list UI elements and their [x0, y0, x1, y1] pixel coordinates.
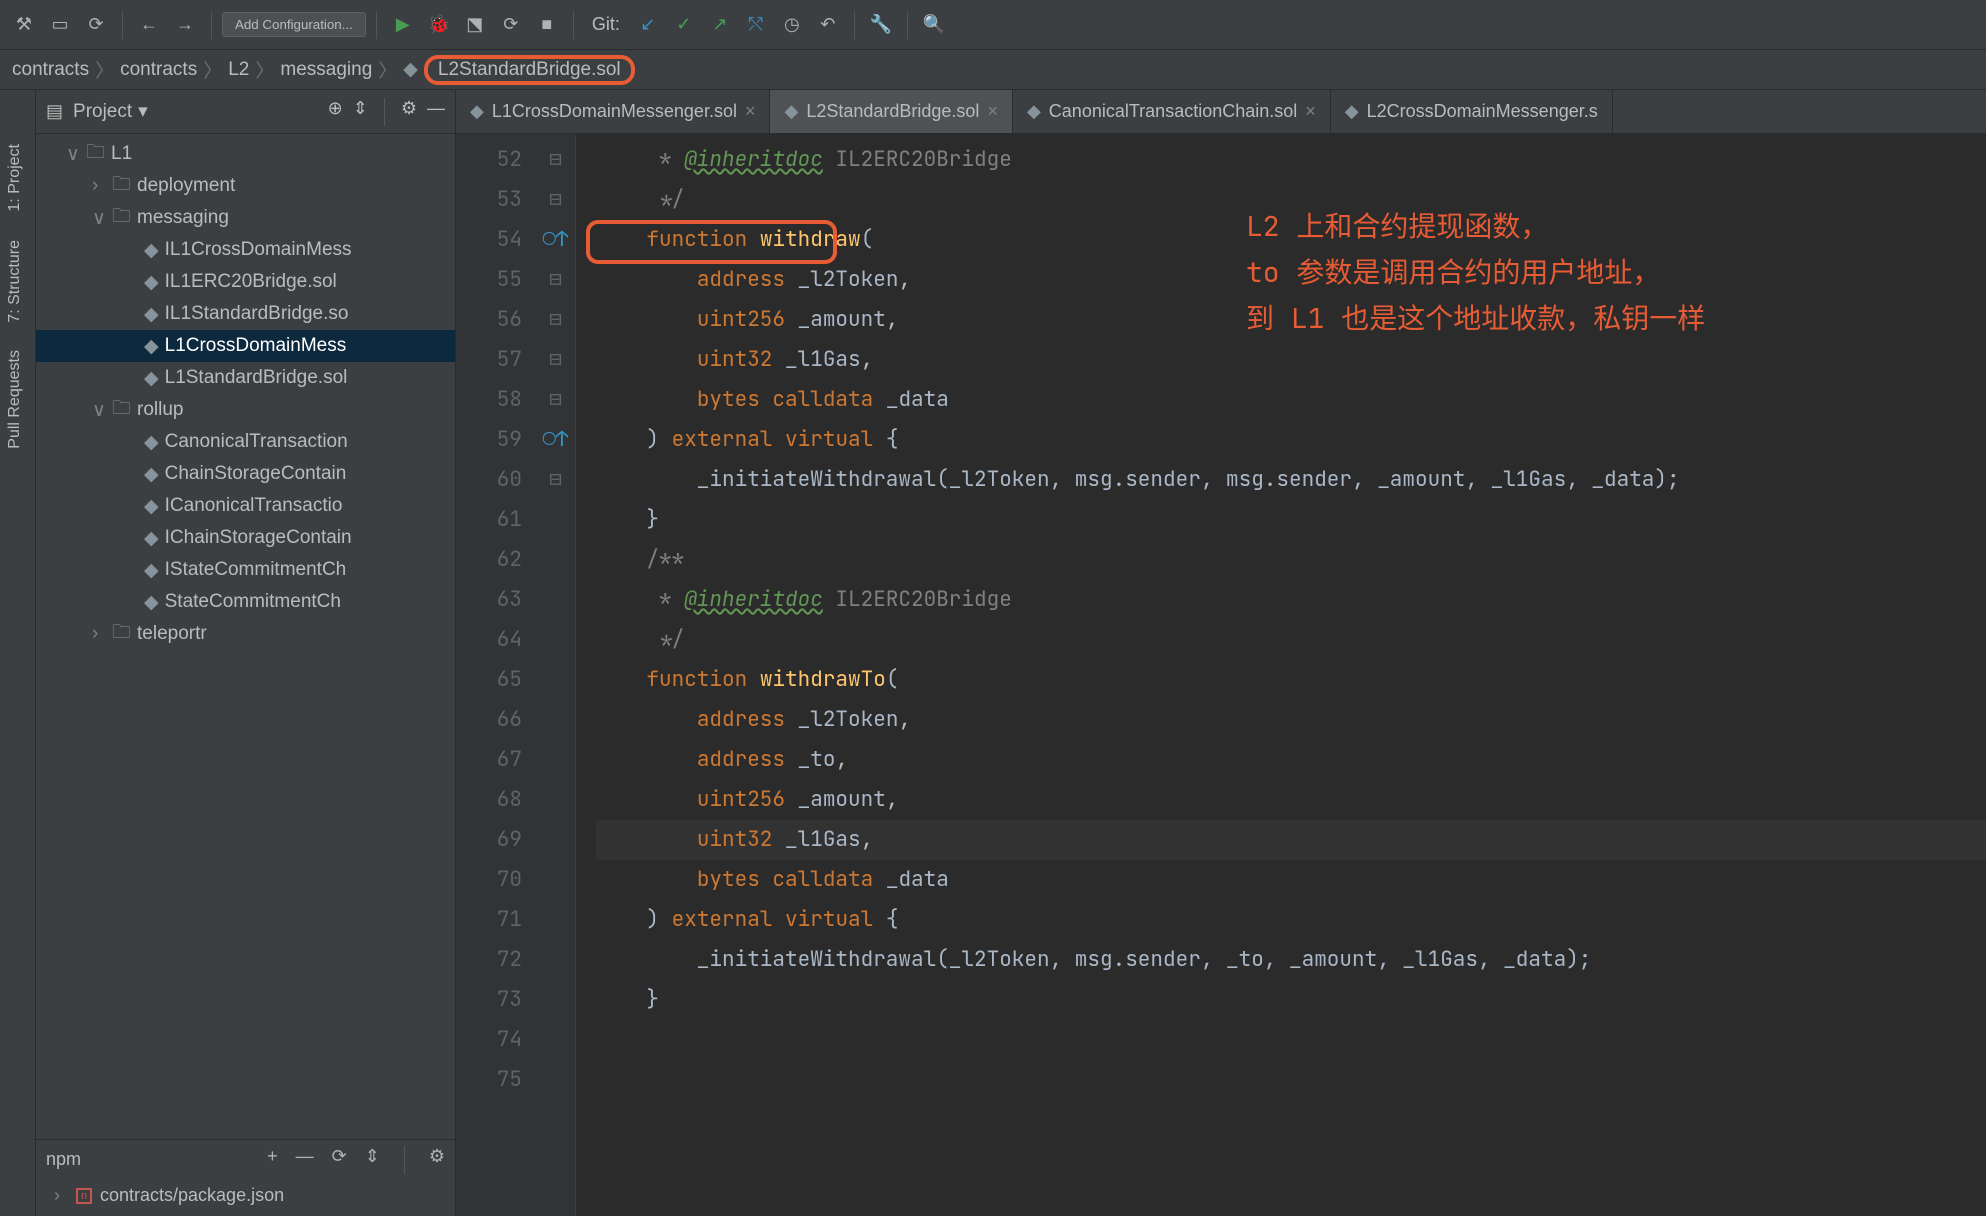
breadcrumb-item[interactable]: messaging [280, 59, 372, 81]
history-icon[interactable]: ◷ [776, 9, 808, 41]
gear-icon[interactable]: ⚙ [429, 1146, 445, 1174]
chevron-right-icon: 〉 [203, 56, 222, 83]
undo-icon[interactable]: ↶ [812, 9, 844, 41]
annotation-overlay: L2 上和合约提现函数， to 参数是调用合约的用户地址， 到 L1 也是这个地… [1246, 204, 1705, 342]
run-icon[interactable]: ▶ [387, 9, 419, 41]
chevron-right-icon: 〉 [378, 56, 397, 83]
sidebar-header: ▤ Project ▾ ⊕ ⇕ ⚙ — [36, 90, 455, 134]
stop-icon[interactable]: ■ [531, 9, 563, 41]
project-tool-tab[interactable]: 1: Project [0, 130, 35, 226]
collapse-icon[interactable]: ⇕ [365, 1146, 380, 1174]
editor-area: ◆L1CrossDomainMessenger.sol× ◆L2Standard… [456, 90, 1986, 1216]
code-editor[interactable]: 5253545556575859606162636465666768697071… [456, 134, 1986, 1216]
close-tab-icon[interactable]: × [745, 101, 756, 122]
tree-folder-l1[interactable]: ∨🗀L1 [36, 138, 455, 170]
hammer-build-icon[interactable]: ⚒ [8, 9, 40, 41]
breadcrumb-item[interactable]: contracts [12, 59, 89, 81]
npm-package-row[interactable]: › n contracts/package.json [36, 1179, 455, 1216]
tree-file[interactable]: ◆L1StandardBridge.sol [36, 362, 455, 394]
npm-package-icon: n [76, 1188, 92, 1204]
fold-column: ⊟⊟◯↑ ⊟ ⊟⊟⊟◯↑ ⊟ [536, 134, 576, 1216]
npm-tool-header: npm + — ⟳ ⇕ ⚙ [36, 1139, 455, 1179]
ethereum-file-icon: ◆ [403, 58, 418, 81]
tree-folder-messaging[interactable]: ∨🗀messaging [36, 202, 455, 234]
tree-file[interactable]: ◆IL1StandardBridge.so [36, 298, 455, 330]
debug-icon[interactable]: 🐞 [423, 9, 455, 41]
annotation-highlight-box: function withdraw( [586, 220, 837, 264]
npm-label: npm [46, 1149, 81, 1170]
left-tool-tabs: 1: Project 7: Structure Pull Requests [0, 90, 36, 1216]
coverage-icon[interactable]: ⬔ [459, 9, 491, 41]
git-push-icon[interactable]: ↗ [704, 9, 736, 41]
editor-tab[interactable]: ◆L2CrossDomainMessenger.s [1331, 90, 1613, 133]
main-toolbar: ⚒ ▭ ⟳ ← → Add Configuration... ▶ 🐞 ⬔ ⟳ ■… [0, 0, 1986, 50]
tree-folder-deployment[interactable]: ›🗀deployment [36, 170, 455, 202]
project-view-icon: ▤ [46, 101, 63, 122]
editor-tab[interactable]: ◆L1CrossDomainMessenger.sol× [456, 90, 770, 133]
breadcrumb-item[interactable]: contracts [120, 59, 197, 81]
breadcrumb: contracts 〉 contracts 〉 L2 〉 messaging 〉… [0, 50, 1986, 90]
project-dropdown[interactable]: Project ▾ [73, 100, 148, 123]
git-label: Git: [592, 14, 620, 35]
settings-wrench-icon[interactable]: 🔧 [865, 9, 897, 41]
tree-file[interactable]: ◆ChainStorageContain [36, 458, 455, 490]
git-pull-icon[interactable]: ↙ [632, 9, 664, 41]
locate-icon[interactable]: ⊕ [328, 98, 343, 126]
line-number-gutter: 5253545556575859606162636465666768697071… [456, 134, 536, 1216]
project-sidebar: ▤ Project ▾ ⊕ ⇕ ⚙ — ∨🗀L1 ›🗀deployment ∨🗀… [36, 90, 456, 1216]
refresh-icon[interactable]: ⟳ [332, 1146, 347, 1174]
tree-file-selected[interactable]: ◆L1CrossDomainMess [36, 330, 455, 362]
editor-tabs: ◆L1CrossDomainMessenger.sol× ◆L2Standard… [456, 90, 1986, 134]
structure-tool-tab[interactable]: 7: Structure [0, 226, 35, 337]
git-commit-icon[interactable]: ✓ [668, 9, 700, 41]
breadcrumb-highlight: L2StandardBridge.sol [424, 55, 635, 85]
close-tab-icon[interactable]: × [987, 101, 998, 122]
tree-file[interactable]: ◆IStateCommitmentCh [36, 554, 455, 586]
close-tab-icon[interactable]: × [1305, 101, 1316, 122]
tree-file[interactable]: ◆IChainStorageContain [36, 522, 455, 554]
chevron-down-icon: ▾ [138, 100, 148, 123]
tree-file[interactable]: ◆IL1ERC20Bridge.sol [36, 266, 455, 298]
project-tree: ∨🗀L1 ›🗀deployment ∨🗀messaging ◆IL1CrossD… [36, 134, 455, 1139]
search-icon[interactable]: 🔍 [918, 9, 950, 41]
tree-file[interactable]: ◆CanonicalTransaction [36, 426, 455, 458]
remove-icon[interactable]: — [296, 1146, 314, 1174]
add-configuration-button[interactable]: Add Configuration... [222, 12, 366, 37]
editor-tab[interactable]: ◆CanonicalTransactionChain.sol× [1013, 90, 1331, 133]
save-icon[interactable]: ▭ [44, 9, 76, 41]
tree-file[interactable]: ◆StateCommitmentCh [36, 586, 455, 618]
back-arrow-icon[interactable]: ← [133, 9, 165, 41]
gear-icon[interactable]: ⚙ [401, 98, 417, 126]
add-icon[interactable]: + [267, 1146, 278, 1174]
forward-arrow-icon[interactable]: → [169, 9, 201, 41]
git-branches-icon[interactable]: ⤲ [740, 9, 772, 41]
hide-icon[interactable]: — [427, 98, 445, 126]
tree-file[interactable]: ◆ICanonicalTransactio [36, 490, 455, 522]
chevron-right-icon: 〉 [255, 56, 274, 83]
pull-requests-tool-tab[interactable]: Pull Requests [0, 336, 35, 463]
editor-tab-active[interactable]: ◆L2StandardBridge.sol× [770, 90, 1012, 133]
chevron-right-icon: 〉 [95, 56, 114, 83]
collapse-icon[interactable]: ⇕ [353, 98, 368, 126]
code-content[interactable]: function withdraw( L2 上和合约提现函数， to 参数是调用… [576, 134, 1986, 1216]
tree-folder-teleportr[interactable]: ›🗀teleportr [36, 618, 455, 650]
tree-folder-rollup[interactable]: ∨🗀rollup [36, 394, 455, 426]
profile-icon[interactable]: ⟳ [495, 9, 527, 41]
refresh-icon[interactable]: ⟳ [80, 9, 112, 41]
breadcrumb-item[interactable]: L2StandardBridge.sol [438, 59, 621, 80]
tree-file[interactable]: ◆IL1CrossDomainMess [36, 234, 455, 266]
breadcrumb-item[interactable]: L2 [228, 59, 249, 81]
